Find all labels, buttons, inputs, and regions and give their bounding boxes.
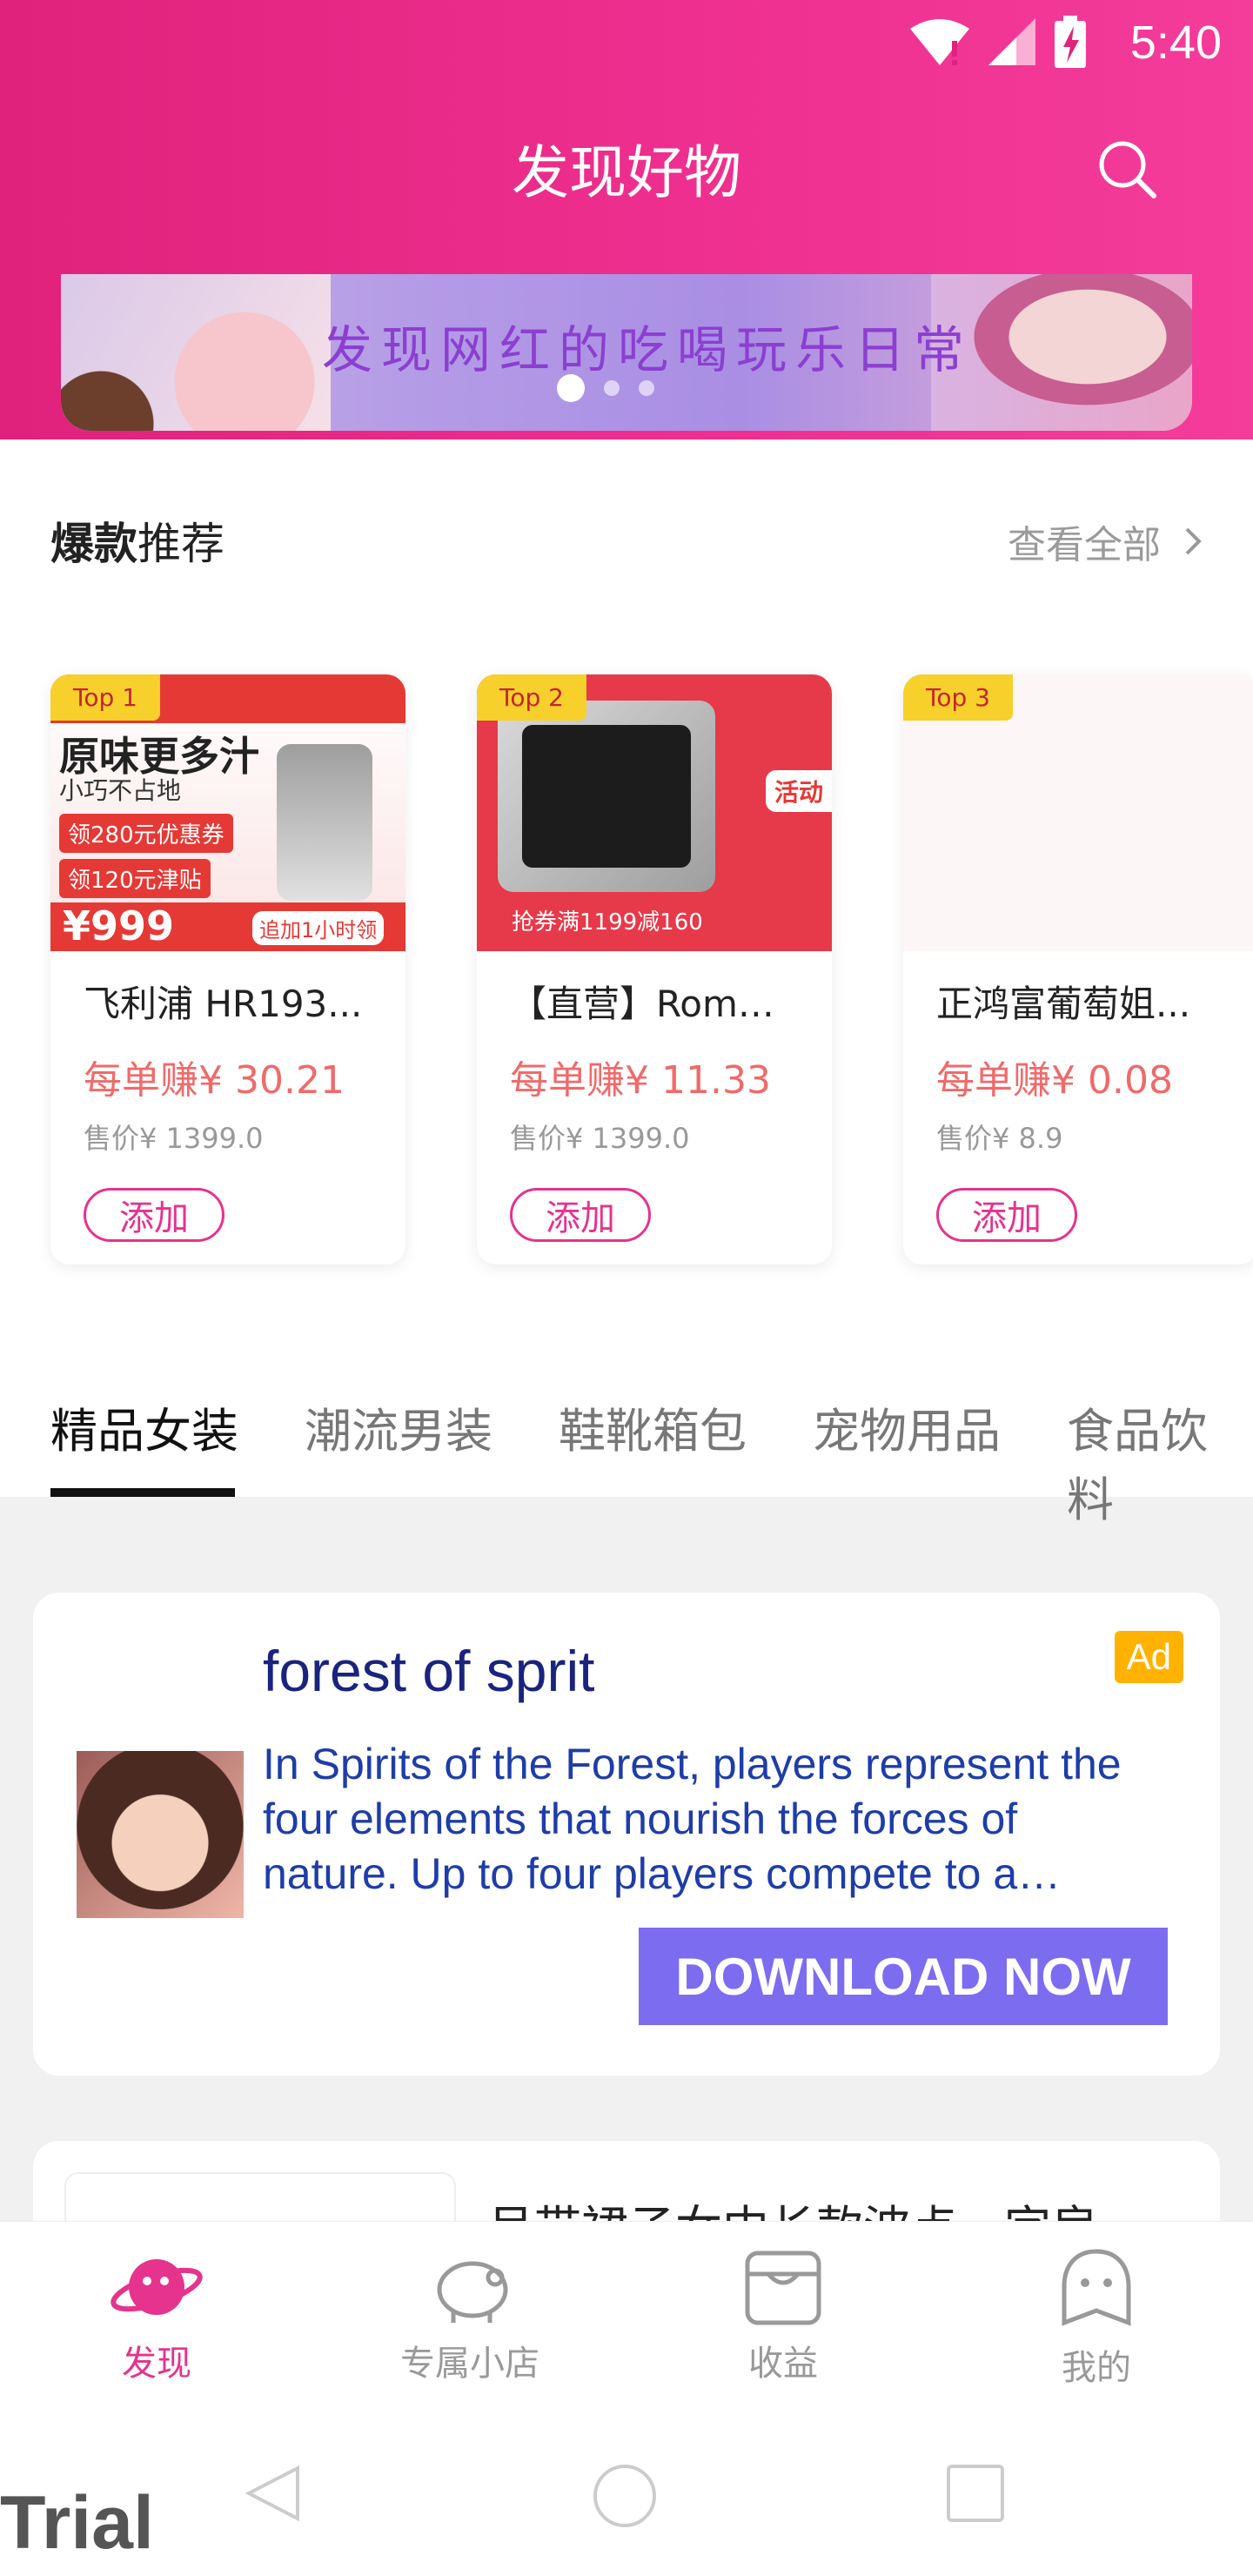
box-icon — [745, 2251, 821, 2325]
product-image-text: 活动 — [765, 770, 832, 812]
promo-banner[interactable]: 发现网红的吃喝玩乐日常 — [61, 274, 1192, 431]
banner-cosmetics-image — [61, 274, 331, 431]
add-button[interactable]: 添加 — [510, 1188, 651, 1242]
signal-icon — [988, 18, 1035, 65]
product-name: 正鸿富葡萄姐... — [936, 983, 1191, 1025]
rank-badge: Top 3 — [903, 674, 1013, 721]
product-image-text: 抢券满1199减160 — [512, 909, 703, 936]
product-card[interactable]: Top 3 正鸿富葡萄姐... 每单赚¥ 0.08 售价¥ 8.9 添加 — [903, 674, 1253, 1265]
recents-icon[interactable] — [945, 2463, 1006, 2524]
ad-description: In Spirits of the Forest, players repres… — [263, 1740, 1122, 1898]
ad-title[interactable]: forest of sprit — [263, 1638, 594, 1704]
section-title-rest: 推荐 — [137, 519, 224, 569]
nav-my-shop[interactable]: 专属小店 — [365, 2248, 574, 2385]
cooktop-shape — [498, 701, 715, 892]
product-image-text: 小巧不占地 — [59, 776, 182, 805]
status-icons — [908, 16, 1088, 68]
product-earn: 每单赚¥ 11.33 — [510, 1058, 771, 1103]
section-title: 爆款推荐 — [50, 509, 224, 572]
status-time: 5:40 — [1129, 17, 1222, 69]
tab-men-clothing[interactable]: 潮流男装 — [305, 1392, 492, 1461]
system-nav-bar — [0, 2404, 1253, 2576]
product-image-text: 领280元优惠券 — [59, 814, 233, 853]
see-all-link[interactable]: 查看全部 — [1008, 513, 1203, 569]
battery-icon — [1055, 16, 1086, 68]
user-face-icon — [1062, 2249, 1131, 2326]
nav-label: 收益 — [748, 2344, 818, 2384]
banner-text: 发现网红的吃喝玩乐日常 — [322, 320, 974, 379]
page-title: 发现好物 — [512, 139, 741, 206]
nav-label: 我的 — [1062, 2348, 1131, 2388]
banner-dot[interactable] — [604, 380, 620, 396]
wifi-icon — [910, 19, 969, 65]
home-icon[interactable] — [592, 2463, 658, 2529]
piggy-bank-icon — [437, 2261, 508, 2323]
back-icon[interactable] — [244, 2463, 305, 2524]
nav-label: 专属小店 — [400, 2344, 539, 2384]
product-price: 售价¥ 8.9 — [936, 1122, 1063, 1155]
cooktop-surface — [522, 725, 691, 868]
tab-indicator — [50, 1488, 235, 1497]
watermark-text: Trial — [0, 2481, 154, 2565]
nav-discover[interactable]: 发现 — [52, 2248, 261, 2385]
product-name: 飞利浦 HR193... — [84, 983, 363, 1025]
chevron-right-icon — [1185, 527, 1202, 555]
header: 5:40 发现好物 发现网红的吃喝玩乐日常 — [0, 0, 1253, 439]
product-card[interactable]: 原味更多汁 小巧不占地 领280元优惠券 领120元津贴 ¥999 追加1小时领… — [50, 674, 405, 1265]
ad-card[interactable]: forest of sprit Ad In Spirits of the For… — [33, 1593, 1220, 2076]
add-button[interactable]: 添加 — [936, 1188, 1077, 1242]
product-price: 售价¥ 1399.0 — [510, 1122, 690, 1155]
rank-badge: Top 1 — [50, 674, 160, 721]
search-button[interactable] — [1093, 135, 1163, 205]
see-all-label: 查看全部 — [1008, 523, 1161, 567]
section-title-bold: 爆款 — [50, 519, 137, 569]
ad-thumbnail[interactable] — [77, 1751, 244, 1918]
tab-pet-supplies[interactable]: 宠物用品 — [813, 1392, 1001, 1461]
category-tabs: 精品女装 潮流男装 鞋靴箱包 宠物用品 食品饮料 — [0, 1375, 1253, 1527]
product-name: 【直营】Romm... — [510, 983, 806, 1025]
ad-badge: Ad — [1114, 1631, 1183, 1683]
product-earn: 每单赚¥ 0.08 — [936, 1058, 1173, 1103]
add-button[interactable]: 添加 — [84, 1188, 224, 1242]
juicer-shape — [277, 744, 372, 901]
search-icon — [1099, 141, 1156, 198]
status-bar: 5:40 — [0, 0, 1253, 87]
bottom-nav: 发现 专属小店 收益 我的 — [0, 2221, 1253, 2405]
product-image-text: 追加1小时领 — [252, 911, 385, 945]
download-now-button[interactable]: DOWNLOAD NOW — [639, 1928, 1168, 2025]
tab-women-clothing[interactable]: 精品女装 — [50, 1392, 238, 1461]
product-image-text: ¥999 — [63, 902, 175, 949]
planet-icon — [111, 2259, 203, 2315]
banner-dot-active[interactable] — [557, 374, 585, 402]
product-earn: 每单赚¥ 30.21 — [84, 1058, 345, 1103]
nav-profile[interactable]: 我的 — [992, 2248, 1201, 2390]
rank-badge: Top 2 — [477, 674, 586, 721]
tab-shoes-bags[interactable]: 鞋靴箱包 — [559, 1392, 747, 1461]
tab-food-drinks[interactable]: 食品饮料 — [1067, 1392, 1253, 1530]
nav-earnings[interactable]: 收益 — [679, 2248, 888, 2385]
banner-pagination — [557, 374, 654, 402]
product-image-text: 领120元津贴 — [59, 859, 211, 898]
banner-dot[interactable] — [639, 380, 654, 396]
product-card[interactable]: 活动 抢券满1199减160 Top 2 【直营】Romm... 每单赚¥ 11… — [477, 674, 832, 1265]
nav-label: 发现 — [122, 2344, 191, 2384]
product-price: 售价¥ 1399.0 — [84, 1122, 264, 1155]
